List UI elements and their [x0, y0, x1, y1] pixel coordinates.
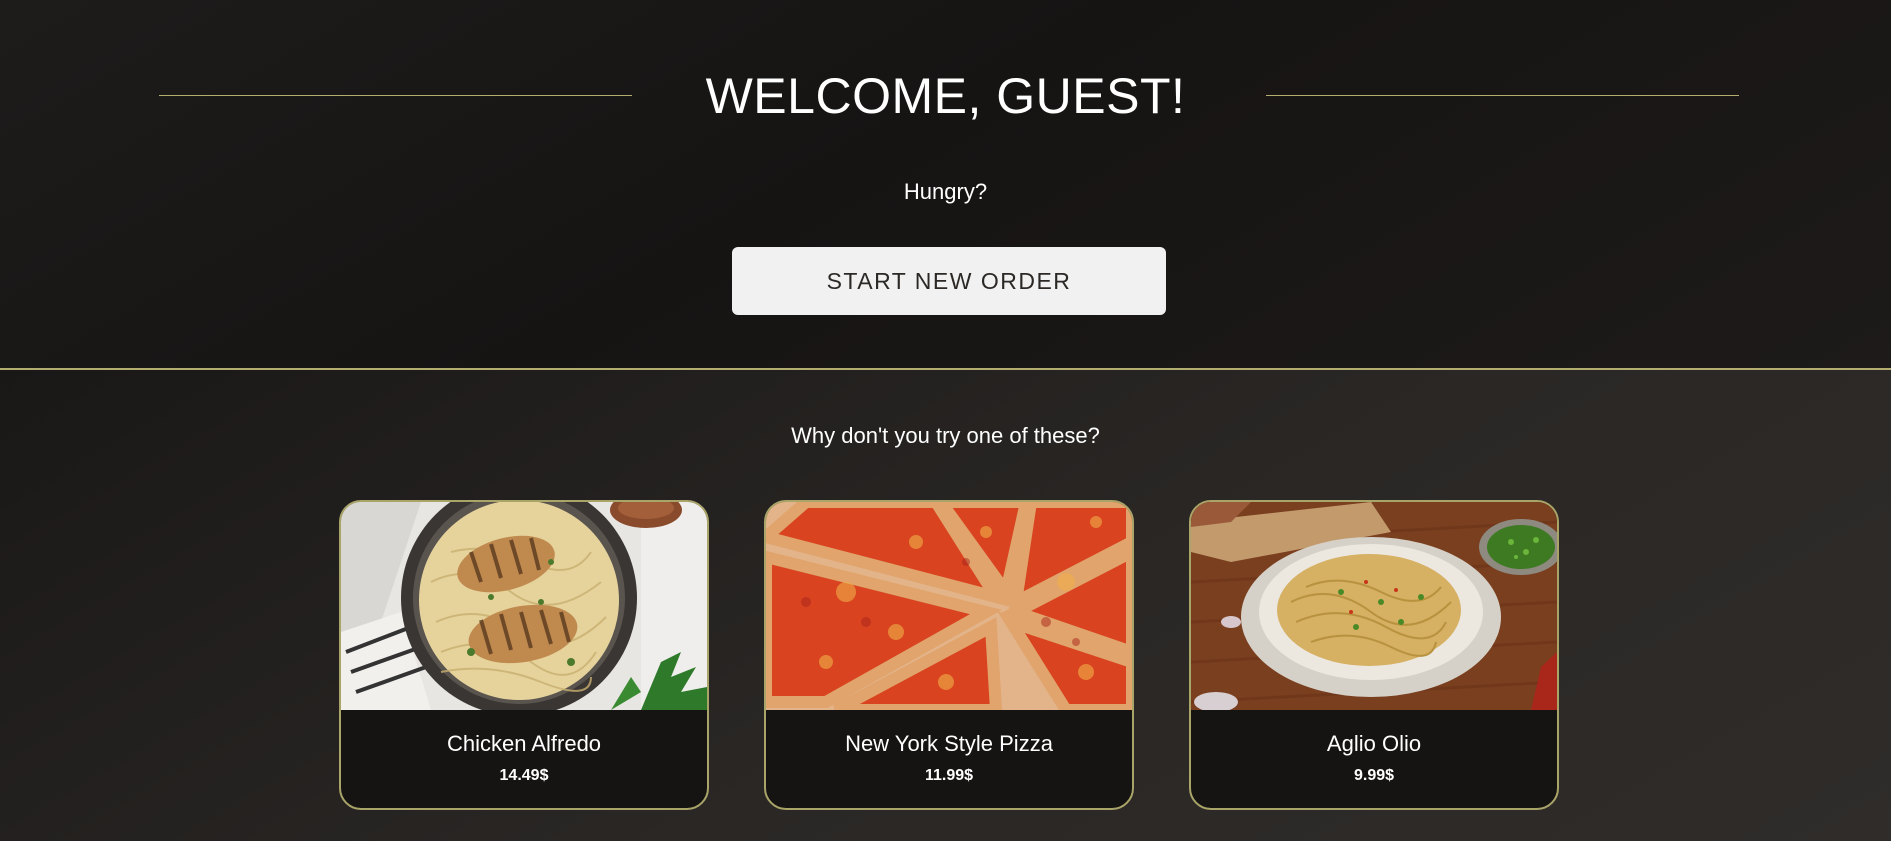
hero-section: WELCOME, GUEST! Hungry? START NEW ORDER — [0, 0, 1891, 370]
menu-card-price: 11.99$ — [924, 767, 974, 784]
chicken-alfredo-image — [341, 502, 707, 710]
aglio-olio-image — [1191, 502, 1557, 710]
menu-card-price: 14.49$ — [499, 767, 549, 784]
hero-divider-right — [1266, 95, 1739, 96]
menu-card-price: 9.99$ — [1353, 767, 1395, 784]
menu-card-name: Chicken Alfredo — [446, 731, 602, 756]
menu-card-chicken-alfredo[interactable]: Chicken Alfredo 14.49$ — [339, 500, 709, 810]
pizza-image — [766, 502, 1132, 710]
menu-card-new-york-style-pizza[interactable]: New York Style Pizza 11.99$ — [764, 500, 1134, 810]
hero-subtitle: Hungry? — [903, 179, 988, 204]
menu-card-name: Aglio Olio — [1326, 731, 1422, 756]
menu-card-name: New York Style Pizza — [845, 731, 1053, 756]
featured-section: Why don't you try one of these? Chicken … — [0, 370, 1891, 841]
menu-card-aglio-olio[interactable]: Aglio Olio 9.99$ — [1189, 500, 1559, 810]
start-new-order-button[interactable]: START NEW ORDER — [732, 247, 1166, 315]
welcome-title: WELCOME, GUEST! — [705, 68, 1186, 124]
featured-heading: Why don't you try one of these? — [791, 423, 1100, 448]
